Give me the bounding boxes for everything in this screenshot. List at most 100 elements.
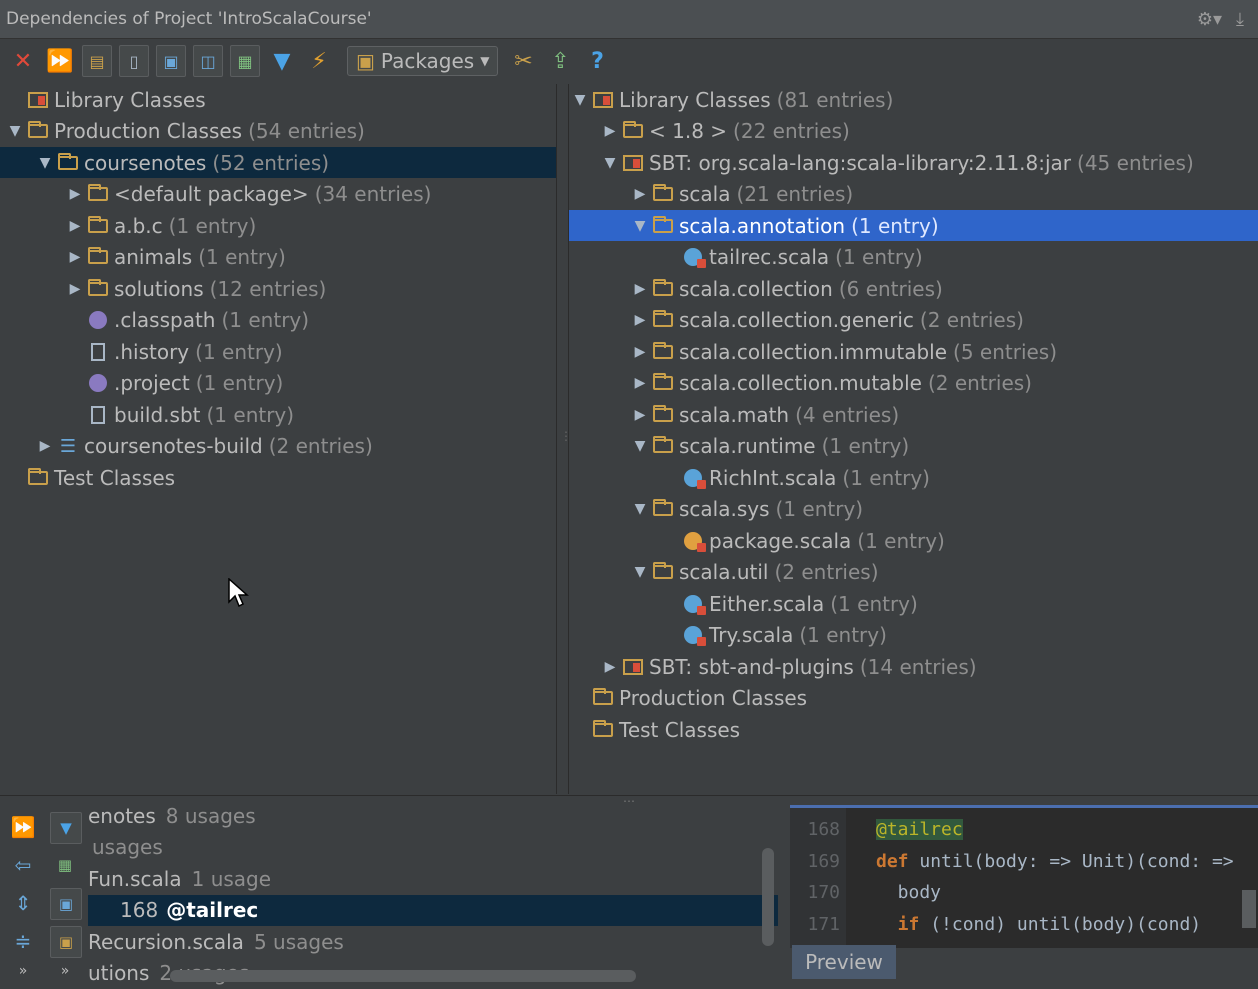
group-usages-icon[interactable]: ▦: [50, 850, 80, 880]
entry-count: (1 entry): [775, 497, 864, 521]
usage-row[interactable]: enotes 8 usages: [88, 800, 778, 831]
tree-row[interactable]: ▶ a.b.c (1 entry): [0, 210, 556, 241]
collapse-arrow-icon[interactable]: ▶: [64, 218, 86, 234]
collapse-arrow-icon[interactable]: ▶: [34, 438, 56, 454]
entry-count: (1 entry): [198, 245, 286, 269]
expand-all-icon[interactable]: ⇕: [8, 888, 38, 918]
hide-panel-icon[interactable]: ⤓: [1236, 9, 1244, 30]
tree-row[interactable]: ▼ coursenotes (52 entries): [0, 147, 556, 178]
tree-row[interactable]: ▶ scala.collection.immutable (5 entries): [569, 336, 1258, 367]
tree-row[interactable]: ▶ scala.collection.mutable (2 entries): [569, 368, 1258, 399]
more-icon-2[interactable]: »: [50, 956, 80, 986]
tree-row[interactable]: ▶ < 1.8 > (22 entries): [569, 116, 1258, 147]
expand-arrow-icon[interactable]: ▼: [629, 218, 651, 234]
tree-row[interactable]: ▶ animals (1 entry): [0, 242, 556, 273]
scala-object-icon: [681, 531, 706, 552]
code-text: (!cond) until(body)(cond): [919, 913, 1202, 935]
tree-row[interactable]: .history (1 entry): [0, 336, 556, 367]
tree-row[interactable]: RichInt.scala (1 entry): [569, 462, 1258, 493]
help-icon[interactable]: ?: [582, 45, 612, 77]
tree-row[interactable]: tailrec.scala (1 entry): [569, 242, 1258, 273]
show-files-icon[interactable]: ▯: [119, 45, 149, 77]
tree-row[interactable]: ▼ SBT: org.scala-lang:scala-library:2.11.…: [569, 147, 1258, 178]
tree-row[interactable]: Test Classes: [569, 714, 1258, 745]
flatten-packages-icon[interactable]: ▤: [82, 45, 112, 77]
tree-row[interactable]: ▶ <default package> (34 entries): [0, 179, 556, 210]
scope-dropdown[interactable]: ▣ Packages ▼: [347, 46, 499, 76]
collapse-all-icon[interactable]: ≑: [8, 926, 38, 956]
collapse-arrow-icon[interactable]: ▶: [629, 375, 651, 391]
cyclic-deps-icon[interactable]: ⚡: [304, 45, 334, 77]
tree-row[interactable]: ▼ scala.sys (1 entry): [569, 494, 1258, 525]
expand-icon[interactable]: ⏩: [8, 812, 38, 842]
tree-row[interactable]: ▶ scala.collection (6 entries): [569, 273, 1258, 304]
close-icon[interactable]: ✕: [8, 45, 38, 77]
collapse-arrow-icon[interactable]: ▶: [64, 249, 86, 265]
collapse-arrow-icon[interactable]: ▶: [599, 123, 621, 139]
tree-row[interactable]: ▶ scala.collection.generic (2 entries): [569, 305, 1258, 336]
usage-row[interactable]: usages: [88, 832, 778, 863]
expand-arrow-icon[interactable]: ▼: [599, 155, 621, 171]
scala-class-icon: [681, 468, 706, 489]
expand-arrow-icon[interactable]: ▼: [629, 501, 651, 517]
export-icon[interactable]: ⇪: [545, 45, 575, 77]
back-icon[interactable]: ⇦: [8, 850, 38, 880]
group-by-scope-icon[interactable]: ◫: [193, 45, 223, 77]
collapse-arrow-icon[interactable]: ▶: [629, 281, 651, 297]
expand-arrow-icon[interactable]: ▼: [629, 438, 651, 454]
usage-row[interactable]: 168 @tailrec: [88, 894, 778, 926]
tree-row[interactable]: ▼ scala.annotation (1 entry): [569, 210, 1258, 241]
usage-row[interactable]: Fun.scala 1 usage: [88, 863, 778, 894]
expand-arrow-icon[interactable]: ▼: [34, 155, 56, 171]
collapse-arrow-icon[interactable]: ▶: [629, 344, 651, 360]
tree-row[interactable]: Test Classes: [0, 462, 556, 493]
tree-row[interactable]: ▶ SBT: sbt-and-plugins (14 entries): [569, 651, 1258, 682]
tree-row[interactable]: Try.scala (1 entry): [569, 620, 1258, 651]
more-icon[interactable]: »: [8, 956, 38, 986]
package-group-icon[interactable]: ▣: [50, 926, 82, 958]
collapse-arrow-icon[interactable]: ▶: [629, 407, 651, 423]
tree-row[interactable]: ▶ scala.math (4 entries): [569, 399, 1258, 430]
collapse-arrow-icon[interactable]: ▶: [629, 312, 651, 328]
tree-row[interactable]: ▶ scala (21 entries): [569, 179, 1258, 210]
usages-horizontal-scrollbar[interactable]: [170, 970, 636, 982]
tree-row[interactable]: Either.scala (1 entry): [569, 588, 1258, 619]
tree-row[interactable]: ▼ scala.runtime (1 entry): [569, 431, 1258, 462]
tree-row[interactable]: build.sbt (1 entry): [0, 399, 556, 430]
show-modules-icon[interactable]: ▣: [156, 45, 186, 77]
tree-row[interactable]: ▶ solutions (12 entries): [0, 273, 556, 304]
collapse-arrow-icon[interactable]: ▶: [64, 281, 86, 297]
usage-row[interactable]: Recursion.scala 5 usages: [88, 926, 778, 957]
collapse-arrow-icon[interactable]: ▶: [629, 186, 651, 202]
tree-item-label: tailrec.scala: [709, 245, 830, 269]
rerun-icon[interactable]: ⏩: [45, 45, 75, 77]
tree-row[interactable]: .classpath (1 entry): [0, 305, 556, 336]
tree-row[interactable]: .project (1 entry): [0, 368, 556, 399]
edit-rules-icon[interactable]: ✂: [508, 45, 538, 77]
preview-tab[interactable]: Preview: [792, 945, 896, 979]
vertical-splitter[interactable]: ⋮: [557, 84, 572, 794]
file-icon: [86, 405, 110, 425]
tree-row[interactable]: package.scala (1 entry): [569, 525, 1258, 556]
mark-icon[interactable]: ▦: [230, 45, 260, 77]
collapse-arrow-icon[interactable]: ▶: [599, 659, 621, 675]
tree-row[interactable]: ▶ ☰ coursenotes-build (2 entries): [0, 431, 556, 462]
collapse-arrow-icon[interactable]: ▶: [64, 186, 86, 202]
usages-vertical-scrollbar[interactable]: [762, 848, 774, 946]
gear-icon[interactable]: ⚙▾: [1197, 9, 1222, 30]
tree-row[interactable]: ▼ Production Classes (54 entries): [0, 116, 556, 147]
tree-row[interactable]: ▼ Library Classes (81 entries): [569, 84, 1258, 115]
title-bar: Dependencies of Project 'IntroScalaCours…: [0, 0, 1258, 39]
line-number: 169: [807, 850, 840, 872]
expand-arrow-icon[interactable]: ▼: [629, 564, 651, 580]
module-group-icon[interactable]: ▣: [50, 888, 82, 920]
tree-row[interactable]: Production Classes: [569, 683, 1258, 714]
filter-icon[interactable]: ▼: [267, 45, 297, 77]
expand-arrow-icon[interactable]: ▼: [569, 92, 591, 108]
filter-usages-icon[interactable]: ▼: [50, 812, 82, 844]
preview-scrollbar[interactable]: [1242, 890, 1256, 928]
tree-item-label: Library Classes: [54, 87, 206, 112]
expand-arrow-icon[interactable]: ▼: [4, 123, 26, 139]
tree-row[interactable]: ▼ scala.util (2 entries): [569, 557, 1258, 588]
tree-row[interactable]: Library Classes: [0, 84, 556, 115]
